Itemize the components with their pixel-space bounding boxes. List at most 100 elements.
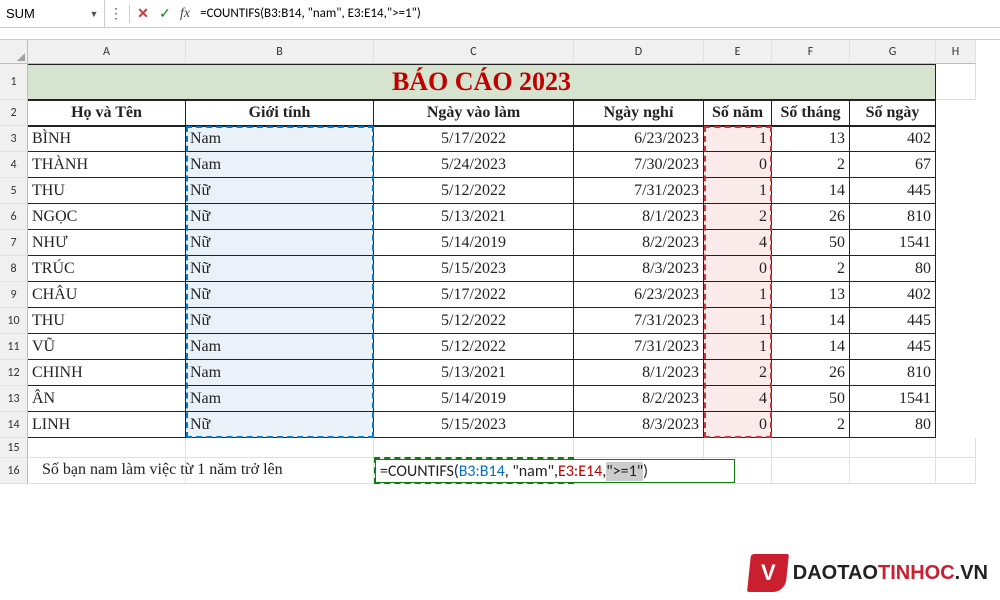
column-header[interactable]: G: [850, 40, 936, 64]
cell-end[interactable]: 7/30/2023: [574, 152, 704, 178]
cell-name[interactable]: CHINH: [28, 360, 186, 386]
formula-input[interactable]: [194, 3, 1000, 25]
cell-days[interactable]: 810: [850, 204, 936, 230]
cell-years[interactable]: 4: [704, 230, 772, 256]
cell-gender[interactable]: Nữ: [186, 256, 374, 282]
cell-gender[interactable]: Nam: [186, 152, 374, 178]
cell-days[interactable]: 1541: [850, 386, 936, 412]
cell-years[interactable]: 0: [704, 412, 772, 438]
cell-start[interactable]: 5/17/2022: [374, 282, 574, 308]
cell-years[interactable]: 4: [704, 386, 772, 412]
cell-name[interactable]: CHÂU: [28, 282, 186, 308]
cell-days[interactable]: 1541: [850, 230, 936, 256]
cell-years[interactable]: 1: [704, 282, 772, 308]
select-all-corner[interactable]: [0, 40, 28, 64]
cell-end[interactable]: 8/1/2023: [574, 360, 704, 386]
cell-months[interactable]: 50: [772, 386, 850, 412]
cell-years[interactable]: 1: [704, 308, 772, 334]
row-header[interactable]: 11: [0, 334, 28, 360]
cell-end[interactable]: 7/31/2023: [574, 178, 704, 204]
cell-end[interactable]: 8/2/2023: [574, 386, 704, 412]
cell-gender[interactable]: Nữ: [186, 178, 374, 204]
row-header[interactable]: 7: [0, 230, 28, 256]
row-header[interactable]: 3: [0, 126, 28, 152]
cell-gender[interactable]: Nữ: [186, 204, 374, 230]
cell-years[interactable]: 1: [704, 178, 772, 204]
cell-end[interactable]: 8/1/2023: [574, 204, 704, 230]
name-box-input[interactable]: [0, 3, 85, 25]
column-header[interactable]: E: [704, 40, 772, 64]
cell-end[interactable]: 8/3/2023: [574, 412, 704, 438]
row-header[interactable]: 14: [0, 412, 28, 438]
cell-days[interactable]: 445: [850, 334, 936, 360]
name-box-dropdown[interactable]: ▼: [85, 3, 103, 25]
cell-end[interactable]: 8/3/2023: [574, 256, 704, 282]
cell-end[interactable]: 6/23/2023: [574, 126, 704, 152]
column-header[interactable]: A: [28, 40, 186, 64]
cell-days[interactable]: 67: [850, 152, 936, 178]
formula-bar-expand[interactable]: ⋮: [105, 3, 127, 25]
column-header[interactable]: H: [936, 40, 976, 64]
cell-gender[interactable]: Nam: [186, 360, 374, 386]
row-header[interactable]: 13: [0, 386, 28, 412]
cell-start[interactable]: 5/12/2022: [374, 178, 574, 204]
cell-years[interactable]: 1: [704, 126, 772, 152]
cell-years[interactable]: 2: [704, 204, 772, 230]
column-header[interactable]: C: [374, 40, 574, 64]
cell-name[interactable]: NGỌC: [28, 204, 186, 230]
header-days[interactable]: Số ngày: [850, 100, 936, 126]
fx-icon[interactable]: fx: [176, 6, 194, 22]
cell-gender[interactable]: Nam: [186, 386, 374, 412]
cell-name[interactable]: THU: [28, 308, 186, 334]
cell-months[interactable]: 50: [772, 230, 850, 256]
header-gender[interactable]: Giới tính: [186, 100, 374, 126]
row-header[interactable]: 10: [0, 308, 28, 334]
cell-years[interactable]: 0: [704, 256, 772, 282]
cell-start[interactable]: 5/13/2021: [374, 360, 574, 386]
cell-start[interactable]: 5/14/2019: [374, 230, 574, 256]
cancel-button[interactable]: ✕: [132, 3, 154, 25]
row-header[interactable]: 2: [0, 100, 28, 126]
cell-gender[interactable]: Nữ: [186, 412, 374, 438]
cell-name[interactable]: THÀNH: [28, 152, 186, 178]
cell-gender[interactable]: Nữ: [186, 230, 374, 256]
cell-months[interactable]: 13: [772, 282, 850, 308]
row-header[interactable]: 16: [0, 458, 28, 484]
report-title[interactable]: BÁO CÁO 2023: [28, 64, 936, 100]
column-header[interactable]: F: [772, 40, 850, 64]
cell-days[interactable]: 402: [850, 282, 936, 308]
header-name[interactable]: Họ và Tên: [28, 100, 186, 126]
cell-name[interactable]: TRÚC: [28, 256, 186, 282]
cell-end[interactable]: 6/23/2023: [574, 282, 704, 308]
cell-start[interactable]: 5/24/2023: [374, 152, 574, 178]
cell-end[interactable]: 7/31/2023: [574, 334, 704, 360]
column-header[interactable]: B: [186, 40, 374, 64]
cell-years[interactable]: 2: [704, 360, 772, 386]
cell-start[interactable]: 5/14/2019: [374, 386, 574, 412]
cell-months[interactable]: 14: [772, 178, 850, 204]
cell-months[interactable]: 2: [772, 412, 850, 438]
cell-months[interactable]: 13: [772, 126, 850, 152]
cell-months[interactable]: 2: [772, 152, 850, 178]
cell-months[interactable]: 2: [772, 256, 850, 282]
row-header[interactable]: 12: [0, 360, 28, 386]
cell-name[interactable]: BÌNH: [28, 126, 186, 152]
cell-days[interactable]: 810: [850, 360, 936, 386]
cell-start[interactable]: 5/17/2022: [374, 126, 574, 152]
cell-start[interactable]: 5/12/2022: [374, 334, 574, 360]
row-header[interactable]: 9: [0, 282, 28, 308]
row-header[interactable]: 6: [0, 204, 28, 230]
cell-start[interactable]: 5/13/2021: [374, 204, 574, 230]
cell-start[interactable]: 5/15/2023: [374, 412, 574, 438]
header-years[interactable]: Số năm: [704, 100, 772, 126]
cell-end[interactable]: 7/31/2023: [574, 308, 704, 334]
cell-months[interactable]: 14: [772, 308, 850, 334]
cell-months[interactable]: 26: [772, 204, 850, 230]
row-header[interactable]: 1: [0, 64, 28, 100]
cell-name[interactable]: NHƯ: [28, 230, 186, 256]
row-header[interactable]: 5: [0, 178, 28, 204]
cell-months[interactable]: 14: [772, 334, 850, 360]
cell[interactable]: [936, 64, 976, 100]
cell-name[interactable]: THU: [28, 178, 186, 204]
row-header[interactable]: 4: [0, 152, 28, 178]
